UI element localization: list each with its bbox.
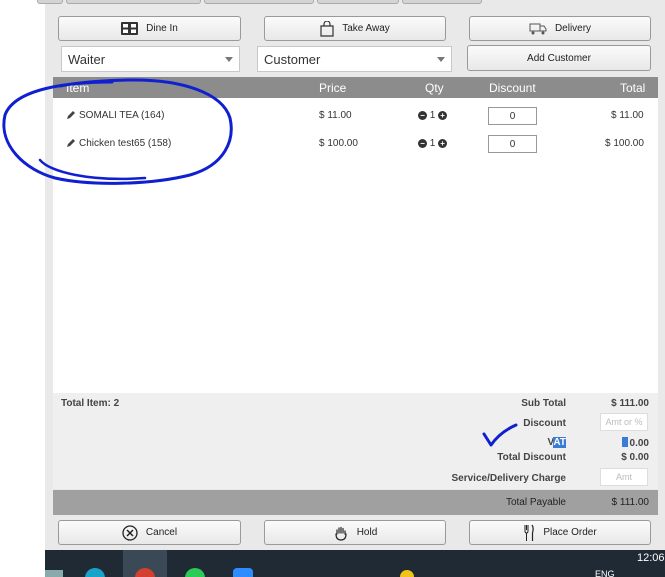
hold-button[interactable]: Hold: [264, 520, 446, 545]
vat-value: 0.00: [629, 438, 649, 449]
item-qty: 1: [429, 138, 436, 149]
chevron-down-icon: [225, 56, 233, 62]
header-item: Item: [66, 81, 90, 95]
top-tab[interactable]: [402, 0, 482, 4]
header-total: Total: [620, 81, 646, 95]
taskbar-app-icon[interactable]: [45, 570, 63, 577]
waiter-select-value: Waiter: [68, 51, 106, 67]
edit-item-button[interactable]: [66, 110, 76, 122]
hand-icon: [335, 526, 347, 541]
item-qty: 1: [429, 110, 436, 121]
delivery-label: Delivery: [554, 23, 592, 34]
sub-total-label: Sub Total: [521, 398, 566, 409]
order-discount-input[interactable]: Amt or %: [600, 413, 648, 431]
item-total: $ 11.00: [611, 110, 644, 121]
customer-select-value: Customer: [264, 51, 321, 67]
service-charge-label: Service/Delivery Charge: [451, 473, 566, 484]
edit-item-button[interactable]: [66, 138, 76, 150]
total-payable-label: Total Payable: [505, 497, 566, 508]
waiter-select[interactable]: Waiter: [61, 46, 240, 72]
dine-in-button[interactable]: Dine In: [58, 16, 241, 41]
taskbar: ENG 12:06: [45, 550, 665, 577]
table-icon: [121, 22, 139, 35]
item-price: $ 100.00: [319, 138, 358, 149]
item-name: Chicken test65 (158): [79, 138, 172, 149]
table-header: Item Price Qty Discount Total: [53, 77, 658, 98]
top-tab[interactable]: [66, 0, 201, 4]
place-order-button[interactable]: Place Order: [469, 520, 651, 545]
edge-icon[interactable]: [85, 568, 105, 577]
truck-icon: [529, 23, 547, 34]
discount-input[interactable]: 0: [488, 135, 537, 153]
total-item-count: Total Item: 2: [61, 398, 120, 409]
total-discount-label: Total Discount: [497, 452, 566, 463]
pencil-icon: [67, 139, 75, 147]
qty-control: − 1 +: [418, 110, 448, 121]
hold-label: Hold: [356, 527, 378, 538]
total-payable-value: $ 111.00: [611, 497, 649, 508]
take-away-label: Take Away: [342, 23, 390, 34]
order-table: Item Price Qty Discount Total SOMALI TEA…: [53, 77, 658, 393]
total-payable-bar: Total Payable $ 111.00: [53, 490, 658, 515]
cancel-button[interactable]: Cancel: [58, 520, 241, 545]
item-price: $ 11.00: [319, 110, 352, 121]
whatsapp-icon[interactable]: [185, 568, 205, 577]
table-row[interactable]: SOMALI TEA (164) $ 11.00 − 1 + 0 $ 11.00: [53, 104, 658, 132]
top-tab[interactable]: [37, 0, 63, 4]
clock[interactable]: 12:06: [637, 552, 665, 564]
chrome-icon: [135, 568, 155, 577]
customer-select[interactable]: Customer: [257, 46, 452, 72]
total-discount-value: $ 0.00: [621, 452, 649, 463]
vat-label: VAT: [547, 437, 566, 448]
pencil-icon: [67, 111, 75, 119]
zoom-icon[interactable]: [233, 568, 253, 577]
pos-screen: Dine In Take Away Delivery Waiter Custom…: [0, 0, 665, 577]
table-row[interactable]: Chicken test65 (158) $ 100.00 − 1 + 0 $ …: [53, 132, 658, 160]
chevron-down-icon: [437, 56, 445, 62]
service-charge-input[interactable]: Amt: [600, 468, 648, 486]
order-summary: Total Item: 2 Sub Total $ 111.00 Discoun…: [53, 393, 658, 489]
discount-input[interactable]: 0: [488, 107, 537, 125]
minus-icon[interactable]: −: [418, 110, 427, 120]
header-price: Price: [319, 81, 347, 95]
add-customer-label: Add Customer: [527, 52, 591, 64]
vat-value-wrap: 0.00: [621, 437, 649, 449]
cancel-label: Cancel: [145, 527, 178, 538]
left-gutter: [0, 0, 45, 550]
plus-icon[interactable]: +: [438, 138, 448, 148]
dine-in-label: Dine In: [146, 23, 178, 34]
top-tab[interactable]: [317, 0, 399, 4]
discount-label: Discount: [523, 418, 566, 429]
minus-icon[interactable]: −: [418, 138, 427, 148]
plus-icon[interactable]: +: [438, 110, 448, 120]
take-away-button[interactable]: Take Away: [264, 16, 446, 41]
cutlery-icon: [524, 524, 535, 541]
shopping-bag-icon: [320, 20, 334, 37]
language-indicator[interactable]: ENG: [595, 569, 615, 577]
item-name: SOMALI TEA (164): [79, 110, 165, 121]
item-total: $ 100.00: [605, 138, 644, 149]
text-cursor-highlight: [621, 437, 628, 447]
place-order-label: Place Order: [543, 527, 597, 538]
add-customer-button[interactable]: Add Customer: [467, 45, 651, 71]
qty-control: − 1 +: [418, 138, 448, 149]
cancel-circle-icon: [122, 524, 138, 541]
weather-icon[interactable]: [400, 570, 414, 577]
header-qty: Qty: [425, 81, 444, 95]
header-discount: Discount: [489, 81, 536, 95]
delivery-button[interactable]: Delivery: [469, 16, 651, 41]
top-tab[interactable]: [204, 0, 314, 4]
taskbar-active-app[interactable]: [123, 550, 167, 577]
sub-total-value: $ 111.00: [611, 398, 649, 409]
vat-label-highlight: AT: [553, 437, 566, 448]
